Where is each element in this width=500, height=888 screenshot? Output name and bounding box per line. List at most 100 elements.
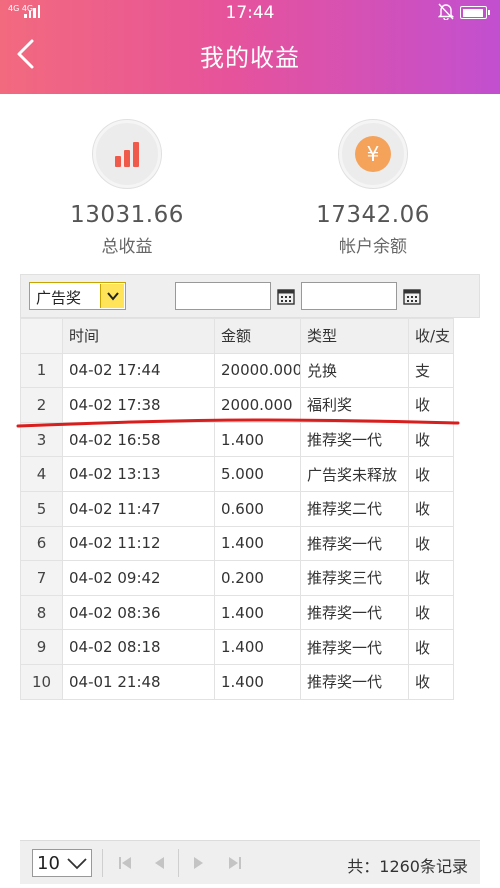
table-filler-cell [453, 318, 481, 354]
cell-time: 04-02 16:58 [62, 421, 215, 458]
table-row[interactable]: 4 04-02 13:13 5.000 广告奖未释放收 [20, 456, 481, 492]
table-row[interactable]: 9 04-02 08:18 1.400 推荐奖一代收 [20, 629, 481, 665]
row-number: 4 [20, 456, 63, 492]
cell-type: 广告奖未释放 [300, 456, 409, 492]
table-row[interactable]: 5 04-02 11:47 0.600 推荐奖二代收 [20, 490, 481, 527]
row-number: 3 [20, 421, 63, 458]
cell-flow: 收 [408, 560, 454, 596]
row-number: 5 [20, 490, 63, 527]
cell-type: 推荐奖二代 [300, 490, 409, 527]
cell-amount: 0.200 [214, 560, 301, 596]
type-select-value: 广告奖 [36, 289, 82, 307]
chevron-down-icon [100, 284, 124, 308]
total-income-value: 13031.66 [70, 202, 184, 228]
row-number: 1 [20, 352, 63, 389]
cell-amount: 1.400 [214, 663, 301, 700]
row-number-header [20, 318, 63, 354]
cell-flow: 收 [408, 663, 454, 700]
cell-type: 福利奖 [300, 387, 409, 423]
column-header-flow[interactable]: 收/支 [408, 318, 454, 354]
table-row[interactable]: 10 04-01 21:48 1.400 推荐奖一代收 [20, 663, 481, 700]
chevron-down-icon [66, 856, 88, 875]
cell-flow: 收 [408, 421, 454, 458]
cell-time: 04-01 21:48 [62, 663, 215, 700]
table-row[interactable]: 2 04-02 17:38 2000.000 福利奖收 [20, 387, 481, 423]
cell-flow: 收 [408, 387, 454, 423]
balance-value: 17342.06 [316, 202, 430, 228]
page-size-value: 10 [37, 853, 60, 874]
cell-amount: 1.400 [214, 594, 301, 631]
table-filler-cell [453, 629, 481, 665]
cell-type: 推荐奖一代 [300, 421, 409, 458]
cell-flow: 收 [408, 490, 454, 527]
calendar-icon[interactable] [277, 287, 295, 305]
cell-flow: 收 [408, 456, 454, 492]
total-income-label: 总收益 [101, 237, 153, 257]
cell-time: 04-02 11:47 [62, 490, 215, 527]
table-filler-cell [453, 456, 481, 492]
column-header-amount[interactable]: 金额 [214, 318, 301, 354]
next-page-icon[interactable] [190, 853, 208, 873]
table-filler-cell [453, 594, 481, 631]
cell-time: 04-02 09:42 [62, 560, 215, 596]
start-date-input[interactable] [175, 282, 271, 310]
cell-amount: 20000.000 [214, 352, 301, 389]
cell-flow: 支 [408, 352, 454, 389]
mute-bell-icon [437, 3, 455, 24]
cell-type: 推荐奖一代 [300, 594, 409, 631]
first-page-icon[interactable] [116, 853, 134, 873]
balance-label: 帐户余额 [339, 237, 407, 257]
balance-card: ¥ 17342.06 帐户余额 [288, 120, 458, 257]
row-number: 10 [20, 663, 63, 700]
cell-type: 推荐奖一代 [300, 629, 409, 665]
table-filler-cell [453, 387, 481, 423]
cell-time: 04-02 13:13 [62, 456, 215, 492]
row-number: 2 [20, 387, 63, 423]
table-row[interactable]: 1 04-02 17:44 20000.000 兑换支 [20, 352, 481, 389]
cell-time: 04-02 17:38 [62, 387, 215, 423]
last-page-icon[interactable] [226, 853, 244, 873]
yen-coin-icon: ¥ [339, 120, 407, 188]
table-row[interactable]: 6 04-02 11:12 1.400 推荐奖一代收 [20, 525, 481, 562]
battery-icon [460, 6, 490, 19]
cell-time: 04-02 08:18 [62, 629, 215, 665]
cell-amount: 5.000 [214, 456, 301, 492]
table-filler-cell [453, 560, 481, 596]
total-income-card: 13031.66 总收益 [42, 120, 212, 257]
calendar-icon[interactable] [403, 287, 421, 305]
cell-type: 推荐奖一代 [300, 663, 409, 700]
table-row[interactable]: 3 04-02 16:58 1.400 推荐奖一代收 [20, 421, 481, 458]
cell-type: 兑换 [300, 352, 409, 389]
prev-page-icon[interactable] [150, 853, 168, 873]
app-header: 4G 4G 17:44 我的收益 [0, 0, 500, 94]
status-time: 17:44 [225, 3, 275, 23]
row-number: 8 [20, 594, 63, 631]
column-header-type[interactable]: 类型 [300, 318, 409, 354]
pagination-bar: 10 共：1260条记录 [20, 840, 480, 884]
status-bar: 4G 4G 17:44 [0, 0, 500, 26]
bar-chart-icon [93, 120, 161, 188]
cell-flow: 收 [408, 629, 454, 665]
cell-type: 推荐奖一代 [300, 525, 409, 562]
end-date-input[interactable] [301, 282, 397, 310]
table-filler-cell [453, 525, 481, 562]
table-row[interactable]: 8 04-02 08:36 1.400 推荐奖一代收 [20, 594, 481, 631]
column-header-time[interactable]: 时间 [62, 318, 215, 354]
total-records-text: 共：1260条记录 [347, 857, 468, 876]
row-number: 7 [20, 560, 63, 596]
page-size-select[interactable]: 10 [32, 849, 92, 877]
cell-amount: 1.400 [214, 525, 301, 562]
page-title: 我的收益 [200, 44, 300, 72]
cell-time: 04-02 08:36 [62, 594, 215, 631]
cell-flow: 收 [408, 525, 454, 562]
table-filler-cell [453, 663, 481, 700]
table-row[interactable]: 7 04-02 09:42 0.200 推荐奖三代收 [20, 560, 481, 596]
row-number: 6 [20, 525, 63, 562]
cell-type: 推荐奖三代 [300, 560, 409, 596]
table-filler-cell [453, 352, 481, 389]
cell-amount: 1.400 [214, 421, 301, 458]
cell-time: 04-02 17:44 [62, 352, 215, 389]
svg-text:¥: ¥ [367, 142, 380, 166]
type-select[interactable]: 广告奖 [29, 282, 126, 310]
filter-bar: 广告奖 [20, 274, 480, 318]
